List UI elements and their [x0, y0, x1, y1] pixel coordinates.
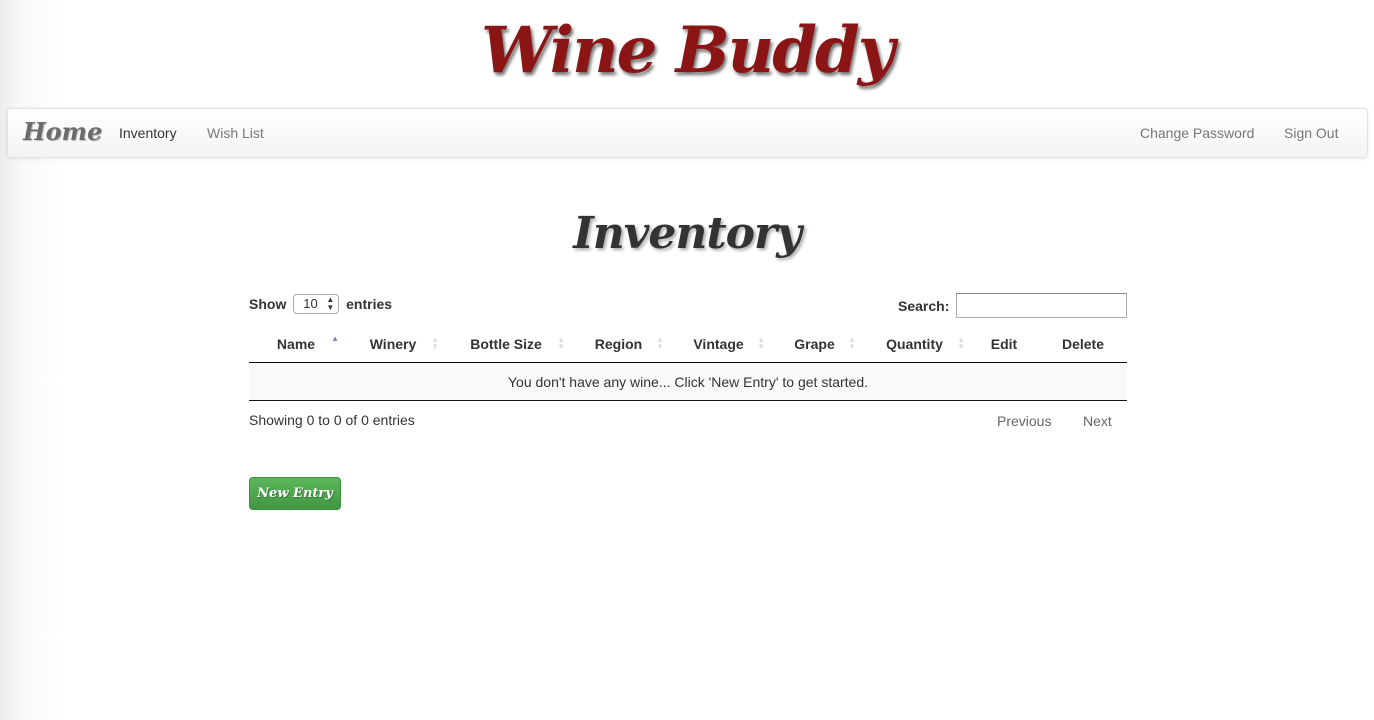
sort-both-icon: ▲ ▼: [757, 335, 765, 351]
empty-table-message: You don't have any wine... Click 'New En…: [249, 362, 1127, 401]
column-header-grape[interactable]: Grape ▲ ▼: [769, 326, 860, 363]
column-label: Bottle Size: [470, 336, 542, 352]
sort-both-icon: ▲ ▼: [957, 335, 965, 351]
column-header-winery[interactable]: Winery ▲ ▼: [343, 326, 443, 363]
page-heading: Inventory: [573, 208, 802, 259]
select-arrows-icon: ▲ ▼: [326, 294, 335, 312]
column-header-delete: Delete: [1039, 326, 1127, 363]
column-label: Grape: [794, 336, 835, 352]
sort-both-icon: ▲ ▼: [431, 335, 439, 351]
inventory-table: Name ▲ Winery ▲ ▼ Bottle Size ▲ ▼ Region ▲…: [249, 326, 1127, 401]
column-label: Delete: [1061, 336, 1105, 352]
column-header-edit: Edit: [969, 326, 1039, 363]
nav-link-inventory[interactable]: Inventory: [119, 125, 177, 141]
navbar: Home Inventory Wish List Change Password…: [7, 108, 1368, 158]
table-info: Showing 0 to 0 of 0 entries: [249, 412, 415, 428]
sort-both-icon: ▲ ▼: [557, 335, 565, 351]
column-label: Region: [594, 336, 643, 352]
nav-link-sign-out[interactable]: Sign Out: [1284, 125, 1338, 141]
show-label: Show: [249, 296, 287, 312]
column-header-bottle-size[interactable]: Bottle Size ▲ ▼: [443, 326, 569, 363]
search-input[interactable]: [956, 293, 1127, 318]
search-control: Search:: [898, 293, 1127, 318]
page-length-control: Show 10 ▲ ▼ entries: [249, 293, 393, 314]
search-label: Search:: [898, 298, 950, 314]
sort-ascending-icon: ▲: [331, 334, 339, 343]
column-header-name[interactable]: Name ▲: [249, 326, 343, 363]
entries-label: entries: [346, 296, 393, 312]
column-header-region[interactable]: Region ▲ ▼: [569, 326, 668, 363]
column-header-quantity[interactable]: Quantity ▲ ▼: [860, 326, 969, 363]
new-entry-button[interactable]: New Entry: [249, 477, 341, 510]
sort-both-icon: ▲ ▼: [656, 335, 664, 351]
previous-page-button[interactable]: Previous: [997, 413, 1051, 429]
next-page-button[interactable]: Next: [1083, 413, 1112, 429]
nav-home-link[interactable]: Home: [23, 117, 102, 146]
nav-link-wish-list[interactable]: Wish List: [207, 125, 264, 141]
column-header-vintage[interactable]: Vintage ▲ ▼: [668, 326, 769, 363]
nav-link-change-password[interactable]: Change Password: [1140, 125, 1254, 141]
column-label: Winery: [369, 336, 417, 352]
table-header-row: Name ▲ Winery ▲ ▼ Bottle Size ▲ ▼ Region ▲…: [249, 326, 1127, 363]
page-length-select[interactable]: 10 ▲ ▼: [293, 293, 340, 314]
column-label: Vintage: [693, 336, 744, 352]
sort-both-icon: ▲ ▼: [848, 335, 856, 351]
app-title: Wine Buddy: [481, 13, 895, 88]
page-length-value: 10: [303, 295, 318, 311]
table-row-empty: You don't have any wine... Click 'New En…: [249, 362, 1127, 401]
column-label: Edit: [990, 336, 1018, 352]
column-label: Quantity: [886, 336, 943, 352]
column-label: Name: [276, 336, 316, 352]
